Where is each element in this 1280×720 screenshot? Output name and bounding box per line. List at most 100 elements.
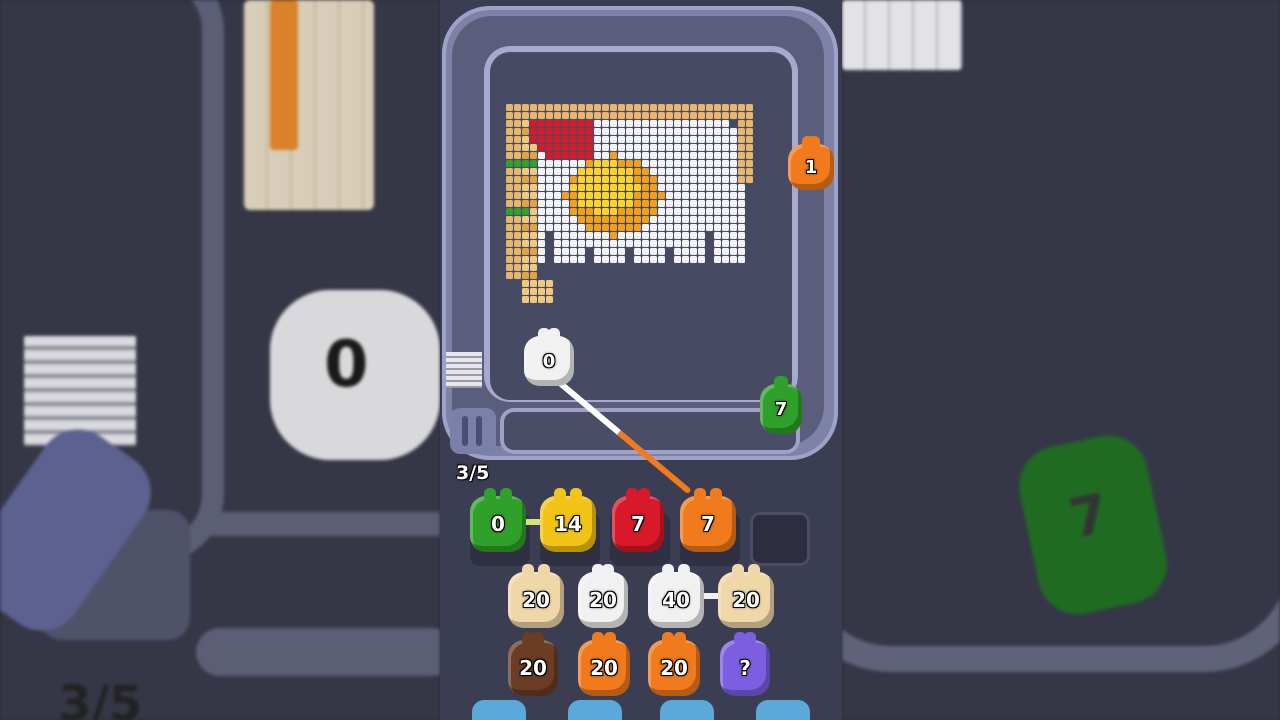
launcher-slot[interactable] (450, 408, 496, 454)
pixel-cell (746, 136, 753, 143)
pixel-cell (714, 192, 721, 199)
pixel-cell (714, 160, 721, 167)
pixel-art-fried-egg-toast[interactable] (506, 104, 758, 314)
pixel-cell (682, 104, 689, 111)
pixel-cell (634, 104, 641, 111)
pixel-cell (602, 136, 609, 143)
pixel-cell (546, 200, 553, 207)
pixel-cell (634, 120, 641, 127)
reserve-piece-brown[interactable]: 20 (508, 632, 558, 696)
pixel-cell (714, 168, 721, 175)
pixel-cell (578, 200, 585, 207)
pixel-cell (650, 120, 657, 127)
bottom-piece-peek (472, 700, 526, 720)
pixel-cell (706, 112, 713, 119)
pixel-cell (738, 104, 745, 111)
reserve-piece-cream[interactable]: 20 (508, 564, 564, 628)
track-bottom-rail (500, 408, 800, 454)
pixel-cell (650, 256, 657, 263)
queue-piece-yellow[interactable]: 14 (540, 488, 596, 552)
pixel-cell (666, 120, 673, 127)
pixel-cell (538, 168, 545, 175)
pixel-cell (514, 104, 521, 111)
pixel-cell (722, 152, 729, 159)
pixel-cell (554, 120, 561, 127)
pixel-cell (634, 224, 641, 231)
pixel-cell (546, 208, 553, 215)
pixel-cell (626, 192, 633, 199)
pixel-cell (650, 160, 657, 167)
piece-orange-on-track[interactable]: 1 (788, 136, 834, 190)
reserve-piece-white-large[interactable]: 40 (648, 564, 704, 628)
pixel-cell (722, 192, 729, 199)
pixel-cell (522, 136, 529, 143)
piece-green-on-track[interactable]: 7 (760, 376, 802, 434)
pixel-cell (538, 232, 545, 239)
launcher-bar (462, 416, 468, 446)
pixel-cell (650, 176, 657, 183)
pixel-cell (618, 224, 625, 231)
reserve-piece-cream[interactable]: 20 (718, 564, 774, 628)
pixel-cell (586, 208, 593, 215)
pixel-cell (650, 152, 657, 159)
pixel-cell (522, 120, 529, 127)
pixel-cell (650, 136, 657, 143)
queue-piece-red[interactable]: 7 (612, 488, 664, 552)
pixel-cell (530, 184, 537, 191)
pixel-cell (618, 248, 625, 255)
pixel-cell (698, 224, 705, 231)
pixel-cell (610, 256, 617, 263)
pixel-cell (586, 184, 593, 191)
pixel-cell (554, 208, 561, 215)
bottom-piece-peek (568, 700, 622, 720)
pixel-cell (514, 128, 521, 135)
pixel-cell (650, 192, 657, 199)
pixel-cell (674, 128, 681, 135)
pixel-cell (618, 104, 625, 111)
pixel-cell (674, 216, 681, 223)
pixel-cell (506, 184, 513, 191)
pixel-cell (546, 128, 553, 135)
pixel-cell (522, 184, 529, 191)
pixel-cell (666, 224, 673, 231)
pixel-cell (602, 112, 609, 119)
pixel-cell (594, 240, 601, 247)
pixel-cell (738, 144, 745, 151)
pixel-cell (706, 216, 713, 223)
pixel-cell (666, 104, 673, 111)
pixel-cell (674, 240, 681, 247)
pixel-cell (602, 232, 609, 239)
pixel-cell (570, 248, 577, 255)
pixel-cell (562, 232, 569, 239)
pixel-cell (650, 144, 657, 151)
pixel-cell (706, 184, 713, 191)
pixel-cell (730, 232, 737, 239)
pixel-cell (626, 216, 633, 223)
reserve-piece-mystery[interactable]: ? (720, 632, 770, 696)
pixel-cell (706, 104, 713, 111)
background-pixel-column (270, 0, 298, 150)
reserve-piece-white[interactable]: 20 (578, 564, 628, 628)
pixel-cell (698, 144, 705, 151)
pixel-cell (746, 104, 753, 111)
pixel-cell (690, 240, 697, 247)
pixel-cell (602, 144, 609, 151)
pixel-cell (578, 160, 585, 167)
pixel-cell (594, 152, 601, 159)
pixel-cell (722, 176, 729, 183)
pixel-cell (522, 280, 529, 287)
queue-slot-empty[interactable] (750, 512, 810, 566)
queue-piece-orange[interactable]: 7 (680, 488, 736, 552)
pixel-cell (634, 192, 641, 199)
pixel-cell (738, 184, 745, 191)
reserve-piece-orange[interactable]: 20 (648, 632, 700, 696)
pixel-cell (618, 192, 625, 199)
piece-white-active[interactable]: 0 (524, 328, 574, 386)
queue-piece-green[interactable]: 0 (470, 488, 526, 552)
pixel-cell (674, 184, 681, 191)
pixel-cell (642, 208, 649, 215)
reserve-piece-orange[interactable]: 20 (578, 632, 630, 696)
pixel-cell (578, 184, 585, 191)
pixel-cell (666, 160, 673, 167)
pixel-cell (682, 208, 689, 215)
